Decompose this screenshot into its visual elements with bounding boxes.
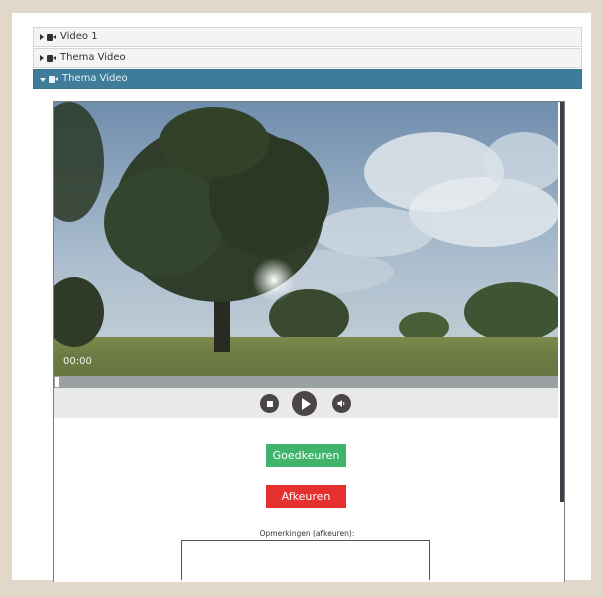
video-frame[interactable]: 00:00 bbox=[54, 102, 558, 376]
video-review-card: Video 1 Thema Video Thema Video 00:00 Go… bbox=[12, 13, 591, 582]
stop-button[interactable] bbox=[260, 394, 279, 413]
volume-icon bbox=[337, 400, 345, 407]
caret-down-icon bbox=[40, 77, 46, 82]
accordion-item-label: Video 1 bbox=[60, 31, 98, 42]
play-button[interactable] bbox=[292, 391, 317, 416]
accordion-item-label: Thema Video bbox=[60, 52, 126, 63]
video-camera-icon bbox=[49, 75, 58, 83]
seek-handle[interactable] bbox=[55, 377, 59, 387]
remarks-label: Opmerkingen (afkeuren): bbox=[259, 529, 355, 538]
video-timecode: 00:00 bbox=[63, 356, 92, 367]
stop-icon bbox=[266, 400, 273, 407]
accordion-item-label: Thema Video bbox=[62, 73, 128, 84]
caret-right-icon bbox=[40, 34, 44, 40]
video-controls bbox=[54, 388, 558, 418]
video-camera-icon bbox=[47, 54, 56, 62]
panel-scrollbar[interactable] bbox=[560, 102, 564, 502]
video-panel: 00:00 Goedkeuren Afkeuren Opmerkingen (a… bbox=[53, 101, 565, 582]
caret-right-icon bbox=[40, 55, 44, 61]
volume-button[interactable] bbox=[332, 394, 351, 413]
play-icon bbox=[301, 397, 311, 410]
video-still-image bbox=[54, 102, 558, 376]
accordion-item-thema-video-active[interactable]: Thema Video bbox=[33, 69, 582, 89]
remarks-textarea[interactable] bbox=[181, 540, 430, 580]
reject-button[interactable]: Afkeuren bbox=[266, 485, 346, 508]
accordion-item-video-1[interactable]: Video 1 bbox=[33, 27, 582, 47]
video-camera-icon bbox=[47, 33, 56, 41]
approve-button[interactable]: Goedkeuren bbox=[266, 444, 346, 467]
accordion-item-thema-video[interactable]: Thema Video bbox=[33, 48, 582, 68]
video-seekbar[interactable] bbox=[54, 376, 558, 388]
